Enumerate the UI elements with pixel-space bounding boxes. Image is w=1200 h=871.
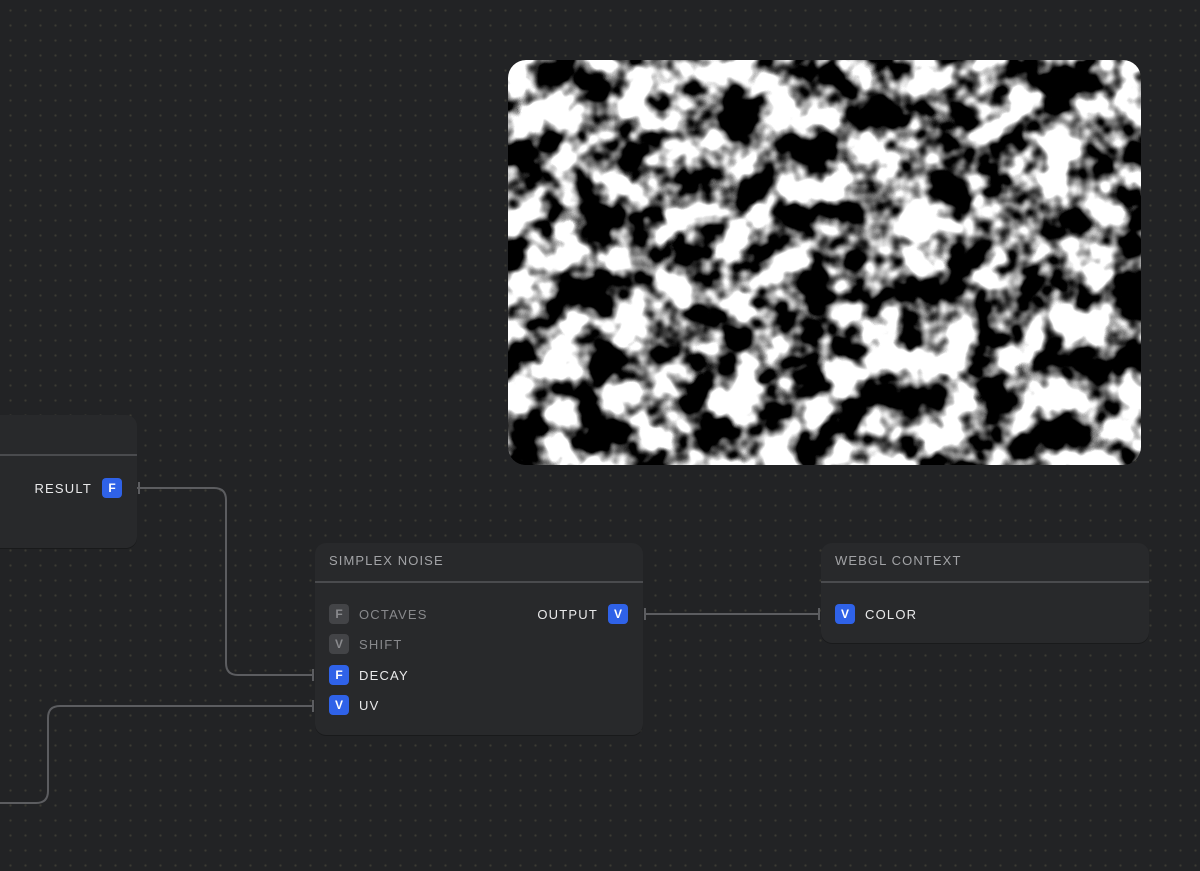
shift-input-port[interactable]: V SHIFT bbox=[329, 634, 403, 654]
webgl-context-node[interactable]: WEBGL CONTEXT V COLOR bbox=[821, 543, 1149, 643]
wire-uv-input bbox=[0, 705, 312, 804]
decay-input-port[interactable]: F DECAY bbox=[329, 665, 409, 685]
vector-type-badge[interactable]: V bbox=[608, 604, 628, 624]
noise-texture bbox=[508, 60, 1141, 465]
port-label: DECAY bbox=[359, 667, 409, 683]
vector-type-badge[interactable]: V bbox=[329, 695, 349, 715]
octaves-input-port[interactable]: F OCTAVES bbox=[329, 604, 428, 624]
port-label: COLOR bbox=[865, 606, 918, 622]
vector-type-badge[interactable]: V bbox=[329, 634, 349, 654]
node-title-text: SIMPLEX NOISE bbox=[329, 553, 444, 568]
wire-result-to-decay bbox=[137, 487, 312, 676]
port-label: SHIFT bbox=[359, 636, 403, 652]
float-type-badge[interactable]: F bbox=[102, 478, 122, 498]
port-label: UV bbox=[359, 697, 380, 713]
simplex-noise-node[interactable]: SIMPLEX NOISE F OCTAVES V SHIFT F DECAY … bbox=[315, 543, 643, 735]
port-label: RESULT bbox=[34, 480, 92, 496]
result-node[interactable]: RESULT F bbox=[0, 415, 137, 548]
port-label: OUTPUT bbox=[537, 606, 598, 622]
port-label: OCTAVES bbox=[359, 606, 428, 622]
node-title-text: WEBGL CONTEXT bbox=[835, 553, 962, 568]
float-type-badge[interactable]: F bbox=[329, 604, 349, 624]
result-output-port[interactable]: RESULT F bbox=[34, 478, 122, 498]
output-port[interactable]: OUTPUT V bbox=[537, 604, 628, 624]
float-type-badge[interactable]: F bbox=[329, 665, 349, 685]
node-divider bbox=[0, 454, 137, 456]
node-title: SIMPLEX NOISE bbox=[315, 543, 643, 583]
vector-type-badge[interactable]: V bbox=[835, 604, 855, 624]
uv-input-port[interactable]: V UV bbox=[329, 695, 379, 715]
noise-preview-canvas bbox=[508, 60, 1141, 465]
color-input-port[interactable]: V COLOR bbox=[835, 604, 917, 624]
node-title: WEBGL CONTEXT bbox=[821, 543, 1149, 583]
